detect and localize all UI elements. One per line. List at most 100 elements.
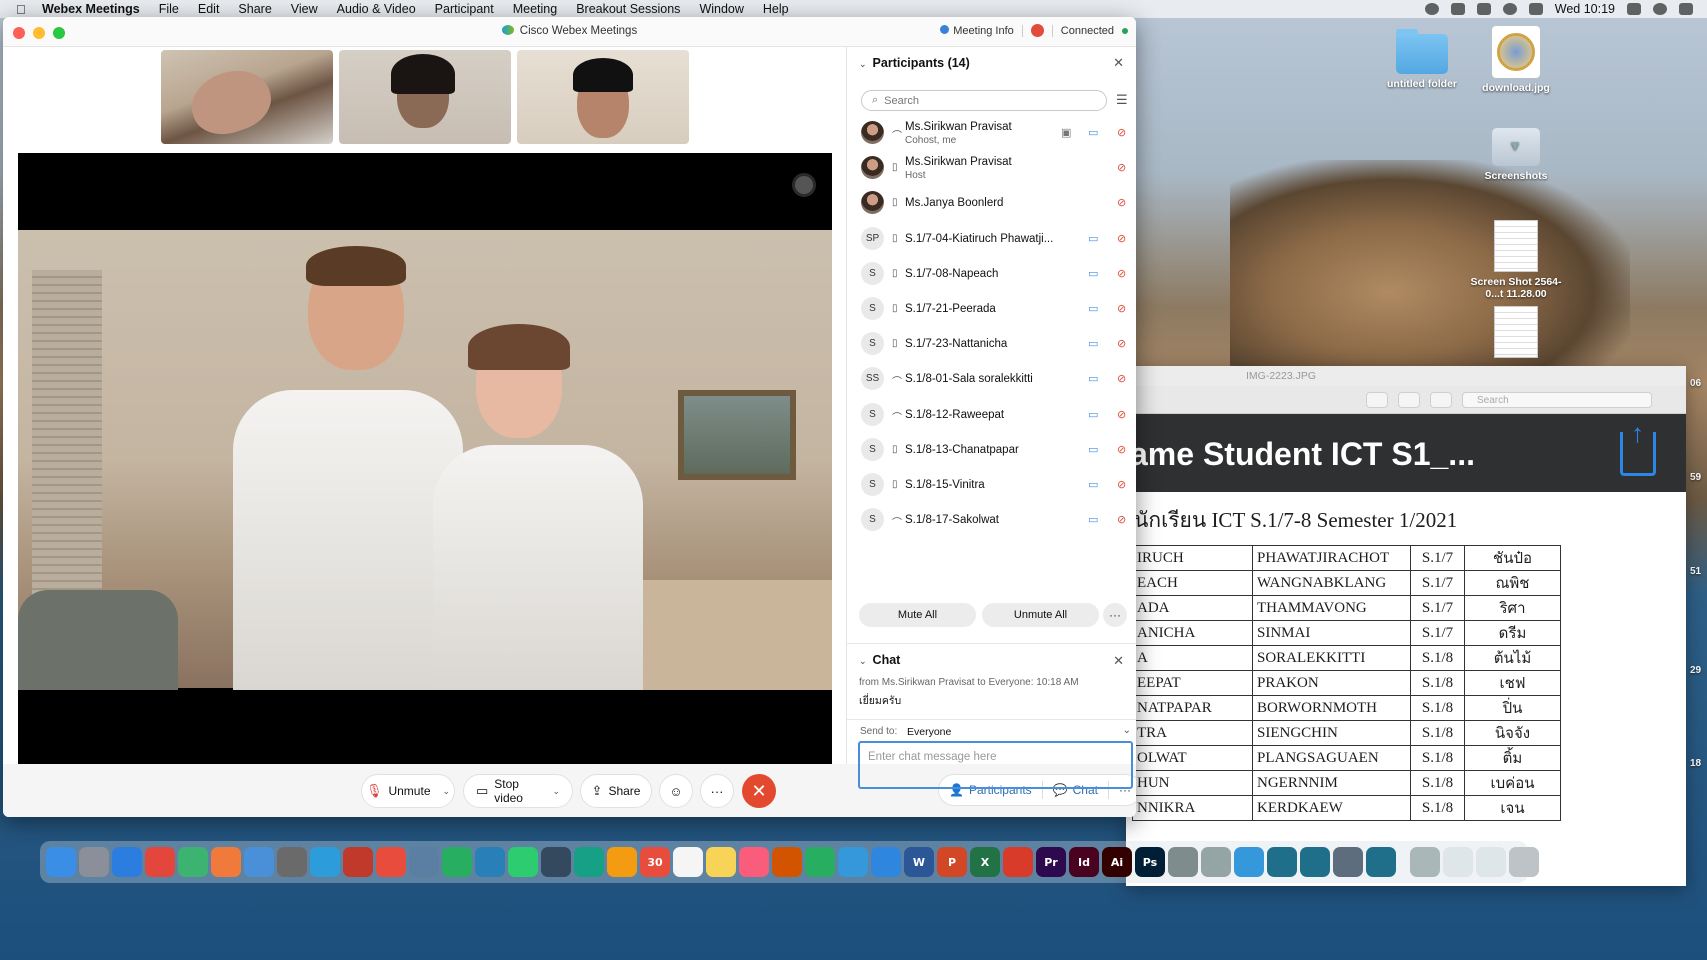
menu-audio-video[interactable]: Audio & Video [337, 2, 416, 16]
participant-row[interactable]: ⌒ Ms.Sirikwan Pravisat Cohost, me ▣ ▭ ⊘ [847, 117, 1136, 152]
muted-mic-icon[interactable]: ⊘ [1117, 196, 1126, 209]
annotate-icon[interactable] [1430, 391, 1452, 408]
participant-video-thumbnail[interactable] [339, 50, 511, 144]
dock-app-w-icon[interactable]: W [904, 847, 934, 877]
video-camera-icon[interactable]: ▭ [1088, 232, 1098, 245]
vpn-icon[interactable] [1476, 3, 1491, 15]
dock-app-app-icon[interactable] [343, 847, 373, 877]
participant-row[interactable]: SP ▯ S.1/7-04-Kiatiruch Phawatji... ▭ ⊘ [847, 223, 1136, 258]
webex-status-icon[interactable] [1424, 3, 1439, 15]
video-camera-icon[interactable]: ▭ [1088, 513, 1098, 526]
participant-row[interactable]: S ▯ S.1/7-08-Napeach ▭ ⊘ [847, 258, 1136, 293]
dock-app-app-icon[interactable] [574, 847, 604, 877]
participants-more-button[interactable]: ··· [1103, 603, 1127, 627]
muted-mic-icon[interactable]: ⊘ [1117, 443, 1126, 456]
video-camera-icon[interactable]: ▭ [1088, 337, 1098, 350]
unmute-all-button[interactable]: Unmute All [982, 603, 1099, 627]
dock-app-keynote-icon[interactable] [838, 847, 868, 877]
dock-app-messages-icon[interactable] [508, 847, 538, 877]
muted-mic-icon[interactable]: ⊘ [1117, 302, 1126, 315]
participant-row[interactable]: S ⌒ S.1/8-17-Sakolwat ▭ ⊘ [847, 504, 1136, 539]
collapse-chevron-icon[interactable]: ⌄ [859, 59, 867, 69]
stop-video-button[interactable]: ▭ Stop video ⌄ [463, 774, 573, 808]
leave-meeting-button[interactable]: ✕ [742, 774, 776, 808]
menubar-clock[interactable]: Wed 10:19 [1555, 2, 1615, 16]
menu-share[interactable]: Share [238, 2, 271, 16]
muted-mic-icon[interactable]: ⊘ [1117, 513, 1126, 526]
participant-row[interactable]: SS ⌒ S.1/8-01-Sala soralekkitti ▭ ⊘ [847, 363, 1136, 398]
control-center-icon[interactable] [1679, 3, 1693, 15]
dock-app-swift-icon[interactable] [211, 847, 241, 877]
desktop-icon-download-jpg[interactable]: download.jpg [1466, 26, 1566, 94]
dock-app-photos-icon[interactable] [607, 847, 637, 877]
chat-message-input[interactable]: Enter chat message here [858, 741, 1133, 789]
sort-list-icon[interactable]: ☰ [1116, 92, 1130, 107]
dock-app-app-icon[interactable] [772, 847, 802, 877]
desktop-icon-screen-shot[interactable]: Screen Shot 2564-0...t 11.28.00 [1466, 220, 1566, 300]
chat-panel-header[interactable]: ⌄ Chat [859, 653, 900, 667]
dock-app-chrome-icon[interactable] [145, 847, 175, 877]
dock-app-app-icon[interactable] [178, 847, 208, 877]
desktop-icon-document[interactable] [1466, 306, 1566, 362]
dock-app-app-icon[interactable] [1443, 847, 1473, 877]
menu-help[interactable]: Help [763, 2, 789, 16]
participant-row[interactable]: S ▯ S.1/7-21-Peerada ▭ ⊘ [847, 293, 1136, 328]
preview-search-input[interactable]: Search [1462, 391, 1652, 408]
share-icon[interactable] [1620, 418, 1656, 476]
recording-icon[interactable] [1030, 24, 1044, 37]
dock-app-app-icon[interactable] [409, 847, 439, 877]
self-view-toggle-icon[interactable] [792, 173, 816, 197]
dock-app-app-icon[interactable] [541, 847, 571, 877]
participant-row[interactable]: ▯ Ms.Janya Boonlerd ⊘ [847, 187, 1136, 222]
apple-menu-icon[interactable]:  [16, 2, 32, 17]
unmute-button[interactable]: 🎙 Unmute ⌄ [361, 774, 455, 808]
markup-icon[interactable] [1366, 391, 1388, 408]
dock-app-app-icon[interactable] [1234, 847, 1264, 877]
participants-panel-header[interactable]: ⌄ Participants (14) [859, 56, 970, 70]
muted-mic-icon[interactable]: ⊘ [1117, 126, 1126, 139]
participant-row[interactable]: ▯ Ms.Sirikwan Pravisat Host ⊘ [847, 152, 1136, 187]
dock-app-app-icon[interactable] [1476, 847, 1506, 877]
video-camera-icon[interactable]: ▭ [1088, 443, 1098, 456]
chevron-down-icon[interactable]: ⌄ [443, 786, 451, 797]
dock-app-app-icon[interactable] [1333, 847, 1363, 877]
volume-icon[interactable] [1528, 3, 1543, 15]
participant-video-thumbnail[interactable] [161, 50, 333, 144]
dock-app-app-icon[interactable] [1410, 847, 1440, 877]
preview-window[interactable]: IMG-2223.JPG Search ame Student ICT S1_.… [1126, 366, 1686, 886]
menu-file[interactable]: File [159, 2, 179, 16]
desktop-icon-untitled-folder[interactable]: untitled folder [1372, 29, 1472, 90]
dock-app-30-icon[interactable]: 30 [640, 847, 670, 877]
dock-app-trash-icon[interactable] [1509, 847, 1539, 877]
dock-app-app-icon[interactable] [310, 847, 340, 877]
dock-app-ai-icon[interactable]: Ai [1102, 847, 1132, 877]
menu-window[interactable]: Window [699, 2, 743, 16]
muted-mic-icon[interactable]: ⊘ [1117, 372, 1126, 385]
menu-meeting[interactable]: Meeting [513, 2, 557, 16]
participant-video-thumbnail[interactable] [517, 50, 689, 144]
mute-all-button[interactable]: Mute All [859, 603, 976, 627]
dock-app-id-icon[interactable]: Id [1069, 847, 1099, 877]
dock-app-p-icon[interactable]: P [937, 847, 967, 877]
dock-app-pen-icon[interactable] [277, 847, 307, 877]
dock-app-acrobat-icon[interactable] [1003, 847, 1033, 877]
share-button[interactable]: ⇪ Share [580, 774, 652, 808]
dock-app-pr-icon[interactable]: Pr [1036, 847, 1066, 877]
menu-view[interactable]: View [291, 2, 318, 16]
menu-participant[interactable]: Participant [435, 2, 494, 16]
dock-app-webex-icon[interactable] [1366, 847, 1396, 877]
dock-app-webex-icon[interactable] [1267, 847, 1297, 877]
muted-mic-icon[interactable]: ⊘ [1117, 337, 1126, 350]
rotate-icon[interactable] [1398, 391, 1420, 408]
participant-search-input[interactable]: ⌕ Search [861, 90, 1107, 111]
dock-app-numbers-icon[interactable] [805, 847, 835, 877]
dock-app-preview-icon[interactable] [244, 847, 274, 877]
meeting-info-button[interactable]: Meeting Info [940, 24, 1014, 37]
muted-mic-icon[interactable]: ⊘ [1117, 478, 1126, 491]
participant-row[interactable]: S ▯ S.1/7-23-Nattanicha ▭ ⊘ [847, 328, 1136, 363]
reactions-button[interactable]: ☺ [659, 774, 693, 808]
video-camera-icon[interactable]: ▭ [1088, 302, 1098, 315]
dock-app-app-store-icon[interactable] [871, 847, 901, 877]
collapse-chevron-icon[interactable]: ⌄ [859, 656, 867, 666]
close-chat-panel-icon[interactable]: ✕ [1113, 653, 1124, 669]
